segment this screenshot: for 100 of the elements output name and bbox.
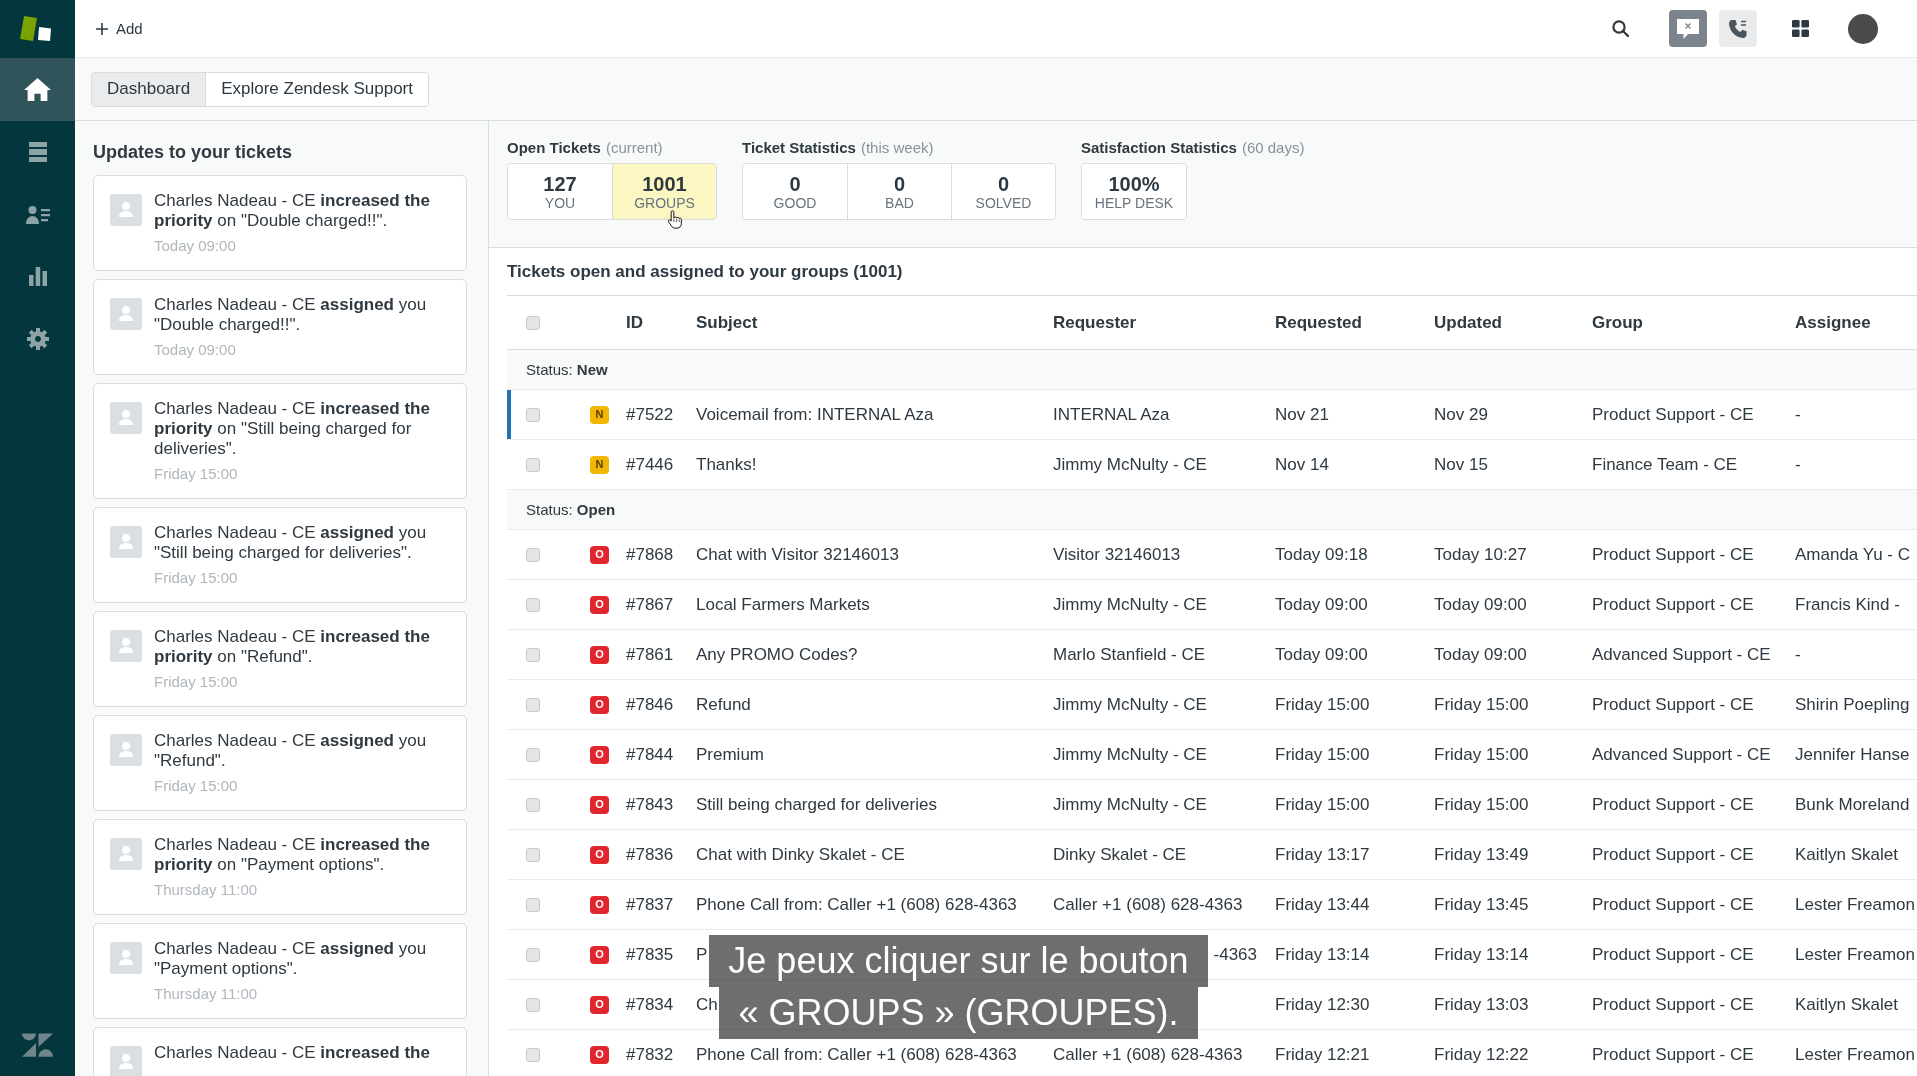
person-list-icon [25,204,50,224]
stat-filter-button[interactable]: 1001 GROUPS [612,164,716,219]
ticket-subject[interactable]: Phone Call from: Caller +1 (608) 628-4363 [696,894,1017,915]
update-card[interactable]: Charles Nadeau - CE assigned you "Double charged!!". Today 09:00 [93,279,467,375]
phone-icon [1728,18,1748,39]
phone-status-button[interactable] [1719,10,1757,47]
ticket-row[interactable]: O #7867 Local Farmers Markets Jimmy McNulty - CE Today 09:00 Today 09:00 Product Support - CE Francis Kind - [507,580,1917,630]
person-icon [110,838,142,870]
ticket-subject[interactable]: P [696,944,708,965]
row-checkbox[interactable] [526,897,540,912]
status-badge: O [590,845,609,864]
row-checkbox[interactable] [526,797,540,812]
update-text: Charles Nadeau - CE assigned you "Double charged!!". [154,295,428,335]
stack-icon [28,141,47,162]
ticket-subject[interactable]: Voicemail from: INTERNAL Aza [696,404,934,425]
ticket-id: #7522 [626,404,674,425]
ticket-row[interactable]: O #7844 Premium Jimmy McNulty - CE Friday 15:00 Friday 15:00 Advanced Support - CE Jennifer Hanse [507,730,1917,780]
group-name: Product Support - CE [1592,894,1754,915]
row-checkbox[interactable] [526,747,540,762]
person-icon [110,526,142,558]
status-badge: O [590,745,609,764]
logo-mark-icon[interactable] [22,1033,53,1057]
row-checkbox[interactable] [526,697,540,712]
stat-filter-button[interactable]: 100% HELP DESK [1082,164,1186,219]
ticket-subject[interactable]: Still being charged for deliveries [696,794,937,815]
plus-icon [96,22,108,35]
row-checkbox[interactable] [526,547,540,562]
chat-status-button[interactable] [1669,10,1707,47]
person-icon [110,630,142,662]
update-card[interactable]: Charles Nadeau - CE assigned you "Payment options". Thursday 11:00 [93,923,467,1019]
assignee-name: Bunk Moreland [1795,794,1910,815]
ticket-subject[interactable]: Ch [696,994,718,1015]
id-column-header[interactable]: ID [626,312,643,333]
ticket-row[interactable]: N #7522 Voicemail from: INTERNAL Aza INTERNAL Aza Nov 21 Nov 29 Product Support - CE - [507,390,1917,440]
updated-column-header[interactable]: Updated [1434,312,1502,333]
update-card[interactable]: Charles Nadeau - CE increased the priority on "Double charged!!". Today 09:00 [93,175,467,271]
requested-column-header[interactable]: Requested [1275,312,1362,333]
ticket-id: #7834 [626,994,674,1015]
logo-icon[interactable] [20,16,52,42]
update-card[interactable]: Charles Nadeau - CE increased the priority on "Payment options". Thursday 11:00 [93,819,467,915]
search-icon[interactable] [1612,20,1629,37]
home-icon [24,77,51,101]
status-badge: N [590,455,609,474]
updated-date: Friday 13:03 [1434,994,1529,1015]
update-text: Charles Nadeau - CE increased the priority on "Double charged!!". [154,191,431,231]
assignee-name: Kaitlyn Skalet [1795,994,1898,1015]
row-checkbox[interactable] [526,407,540,422]
update-card[interactable]: Charles Nadeau - CE increased the [93,1027,467,1076]
row-checkbox[interactable] [526,647,540,662]
ticket-id: #7868 [626,544,674,565]
assignee-column-header[interactable]: Assignee [1795,312,1871,333]
select-all-checkbox[interactable] [526,315,540,330]
ticket-subject[interactable]: Phone Call from: Caller +1 (608) 628-4363 [696,1044,1017,1065]
add-button[interactable]: Add [96,20,143,37]
ticket-id: #7846 [626,694,674,715]
grid-icon[interactable] [1792,20,1809,37]
ticket-subject[interactable]: Chat with Dinky Skalet - CE [696,844,905,865]
group-name: Product Support - CE [1592,544,1754,565]
status-badge: O [590,795,609,814]
subject-column-header[interactable]: Subject [696,312,758,333]
assignee-name: Lester Freamon [1795,944,1915,965]
row-checkbox[interactable] [526,457,540,472]
ticket-subject[interactable]: Local Farmers Markets [696,594,870,615]
requester-name: Caller +1 (608) 628-4363 [1053,894,1243,915]
status-badge: O [590,1045,609,1064]
stat-title: Open Tickets [507,139,601,157]
ticket-subject[interactable]: Premium [696,744,764,765]
ticket-id: #7836 [626,844,674,865]
ticket-subject[interactable]: Any PROMO Codes? [696,644,858,665]
group-name: Finance Team - CE [1592,454,1738,475]
row-checkbox[interactable] [526,997,540,1012]
update-text: Charles Nadeau - CE increased the priority on "Refund". [154,627,431,667]
stat-filter-button[interactable]: 0 SOLVED [951,164,1055,219]
ticket-row[interactable]: O #7836 Chat with Dinky Skalet - CE Dinky Skalet - CE Friday 13:17 Friday 13:49 Product Support - CE Kaitlyn Skalet [507,830,1917,880]
group-name: Product Support - CE [1592,994,1754,1015]
ticket-id: #7843 [626,794,674,815]
update-time: Friday 15:00 [154,777,239,795]
update-card[interactable]: Charles Nadeau - CE increased the priority on "Still being charged for deliveries". Friday 15:00 [93,383,467,499]
row-checkbox[interactable] [526,1047,540,1062]
status-group-header: Status: Open [526,501,616,518]
update-card[interactable]: Charles Nadeau - CE increased the priority on "Refund". Friday 15:00 [93,611,467,707]
tab[interactable]: Dashboard [92,72,206,106]
group-column-header[interactable]: Group [1592,312,1643,333]
row-checkbox[interactable] [526,597,540,612]
requester-column-header[interactable]: Requester [1053,312,1137,333]
ticket-subject[interactable]: Chat with Visitor 32146013 [696,544,899,565]
ticket-row[interactable]: O #7843 Still being charged for deliveries Jimmy McNulty - CE Friday 15:00 Friday 15:00 Product Support - CE Bunk Moreland [507,780,1917,830]
update-card[interactable]: Charles Nadeau - CE assigned you "Still being charged for deliveries". Friday 15:00 [93,507,467,603]
row-checkbox[interactable] [526,947,540,962]
ticket-row[interactable]: O #7837 Phone Call from: Caller +1 (608) 628-4363 Caller +1 (608) 628-4363 Friday 13:44 Friday 13:45 Product Support - CE Lester Freamon [507,880,1917,930]
nav-button[interactable] [0,58,75,121]
ticket-subject[interactable]: Refund [696,694,751,715]
tab[interactable]: Explore Zendesk Support [205,72,428,106]
user-avatar[interactable] [1848,13,1878,44]
ticket-row[interactable]: O #7868 Chat with Visitor 32146013 Visitor 32146013 Today 09:18 Today 10:27 Product Support - CE Amanda Yu - C [507,530,1917,580]
ticket-subject[interactable]: Thanks! [696,454,757,475]
ticket-row[interactable]: O #7861 Any PROMO Codes? Marlo Stanfield - CE Today 09:00 Today 09:00 Advanced Support - CE - [507,630,1917,680]
ticket-row[interactable]: O #7846 Refund Jimmy McNulty - CE Friday 15:00 Friday 15:00 Product Support - CE Shirin Poepling [507,680,1917,730]
update-card[interactable]: Charles Nadeau - CE assigned you "Refund". Friday 15:00 [93,715,467,811]
row-checkbox[interactable] [526,847,540,862]
